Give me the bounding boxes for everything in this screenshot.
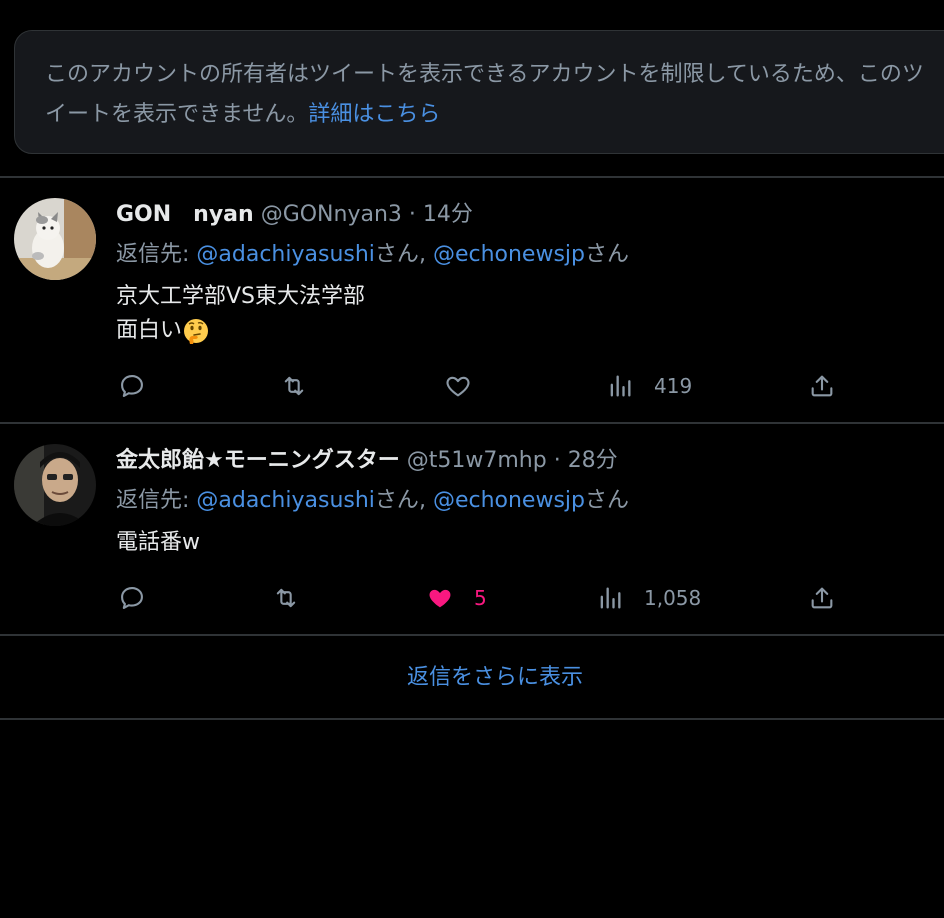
timestamp[interactable]: 28分 <box>568 448 618 473</box>
tweet-text: 電話番w <box>116 526 944 560</box>
view-count: 419 <box>654 374 693 398</box>
thinking-face-emoji-icon <box>184 319 209 344</box>
notice-text: このアカウントの所有者はツイートを表示できるアカウントを制限しているため、このツ… <box>45 55 944 135</box>
reply-icon <box>121 587 143 609</box>
learn-more-link[interactable]: 詳細はこちら <box>308 102 440 127</box>
display-name[interactable]: 金太郎飴★モーニングスター <box>116 448 400 473</box>
mention-joiner: , <box>418 242 433 267</box>
tweet-text-line: 京大工学部VS東大法学部 <box>116 284 366 309</box>
tweet-text: 京大工学部VS東大法学部 面白い <box>116 280 944 348</box>
mention-link[interactable]: @adachiyasushi <box>196 242 375 267</box>
tweet-body: 金太郎飴★モーニングスター @t51w7mhp · 28分 返信先: @adac… <box>116 446 944 560</box>
reply-icon <box>121 375 143 397</box>
share-button[interactable] <box>808 368 836 404</box>
divider <box>0 718 944 720</box>
view-count: 1,058 <box>644 586 702 610</box>
views-icon <box>600 587 621 609</box>
avatar[interactable] <box>14 444 96 526</box>
user-handle[interactable]: @GONnyan3 <box>261 202 402 227</box>
show-more-replies-link[interactable]: 返信をさらに表示 <box>0 660 944 696</box>
tweet-text-line: 面白い <box>116 318 183 343</box>
reply-to-line: 返信先: @adachiyasushiさん, @echonewsjpさん <box>116 486 944 516</box>
honorific: さん <box>374 242 419 267</box>
mention-link[interactable]: @adachiyasushi <box>196 488 375 513</box>
reply-button[interactable] <box>118 580 146 616</box>
like-count: 5 <box>474 586 487 610</box>
avatar[interactable] <box>14 198 96 280</box>
like-button[interactable]: 5 <box>426 580 487 616</box>
tweet-text-line-with-emoji: 面白い <box>116 314 944 348</box>
reply-prefix: 返信先: <box>116 242 197 267</box>
tweet-header: GON nyan @GONnyan3 · 14分 <box>116 200 944 230</box>
timestamp[interactable]: 14分 <box>423 202 473 227</box>
divider <box>0 634 944 636</box>
retweet-button[interactable] <box>272 580 300 616</box>
notice-message: このアカウントの所有者はツイートを表示できるアカウントを制限しているため、このツ… <box>45 62 924 127</box>
tweet-body: GON nyan @GONnyan3 · 14分 返信先: @adachiyas… <box>116 200 944 348</box>
like-button[interactable] <box>444 368 492 404</box>
share-button[interactable] <box>808 580 836 616</box>
retweet-icon <box>276 588 296 608</box>
honorific: さん <box>584 242 629 267</box>
reply-to-line: 返信先: @adachiyasushiさん, @echonewsjpさん <box>116 240 944 270</box>
restricted-notice: このアカウントの所有者はツイートを表示できるアカウントを制限しているため、このツ… <box>14 30 944 154</box>
retweet-button[interactable] <box>280 368 308 404</box>
display-name[interactable]: GON nyan <box>116 202 254 227</box>
honorific: さん <box>374 488 419 513</box>
separator-dot: · <box>553 448 561 473</box>
user-handle[interactable]: @t51w7mhp <box>407 448 547 473</box>
separator-dot: · <box>408 202 416 227</box>
mention-joiner: , <box>418 488 433 513</box>
like-icon <box>446 376 470 397</box>
tweet-text-line: 電話番w <box>116 530 200 555</box>
like-filled-icon <box>429 589 451 608</box>
share-icon <box>811 375 833 397</box>
views-button[interactable]: 419 <box>606 368 692 404</box>
retweet-icon <box>284 376 304 396</box>
tweet-item[interactable]: GON nyan @GONnyan3 · 14分 返信先: @adachiyas… <box>0 178 944 422</box>
reply-prefix: 返信先: <box>116 488 197 513</box>
tweet-item[interactable]: 金太郎飴★モーニングスター @t51w7mhp · 28分 返信先: @adac… <box>0 424 944 634</box>
share-icon <box>811 587 833 609</box>
views-icon <box>610 375 631 397</box>
tweet-actions: 419 <box>0 368 944 404</box>
views-button[interactable]: 1,058 <box>596 580 701 616</box>
mention-link[interactable]: @echonewsjp <box>433 242 585 267</box>
tweet-header: 金太郎飴★モーニングスター @t51w7mhp · 28分 <box>116 446 944 476</box>
honorific: さん <box>584 488 629 513</box>
reply-button[interactable] <box>118 368 146 404</box>
cat-avatar-image <box>14 198 96 280</box>
tweet-actions: 5 1,058 <box>0 580 944 616</box>
mention-link[interactable]: @echonewsjp <box>433 488 585 513</box>
portrait-avatar-image <box>14 444 96 526</box>
